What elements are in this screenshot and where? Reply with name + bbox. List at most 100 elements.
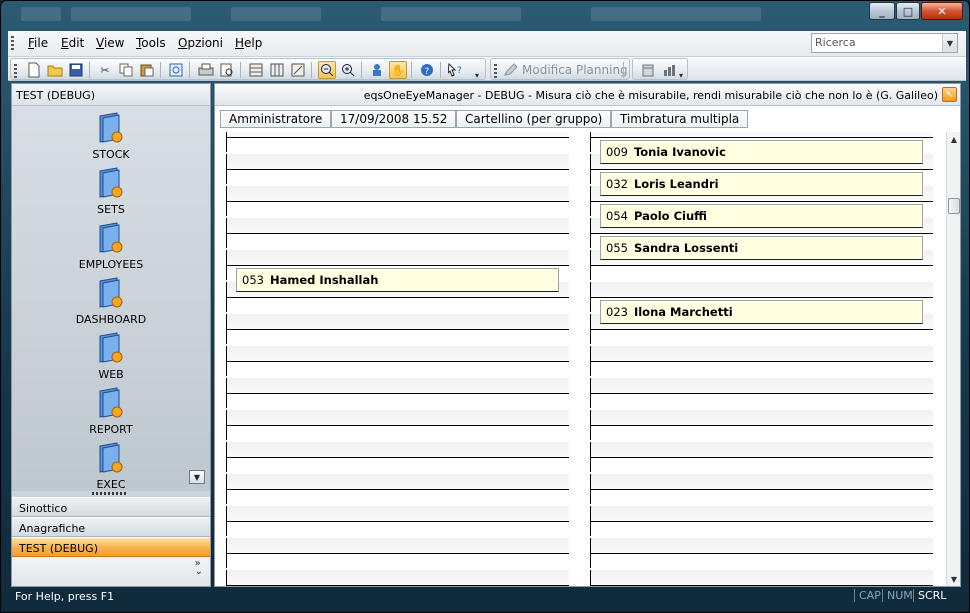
timeline-row[interactable] [226, 218, 569, 250]
scroll-down-icon[interactable]: ▼ [947, 572, 961, 586]
employee-card[interactable]: 023 Ilona Marchetti [600, 300, 923, 324]
employee-card[interactable]: 053 Hamed Inshallah [236, 268, 559, 292]
menu-tools[interactable]: Tools [136, 36, 166, 50]
save-icon[interactable] [67, 61, 85, 79]
timeline-row[interactable] [226, 442, 569, 474]
timeline-bar [590, 346, 933, 362]
chevron-right-icon[interactable]: » ⌄ [195, 559, 203, 577]
employee-card[interactable]: 054 Paolo Ciuffi [600, 204, 923, 228]
shortcut-sets[interactable]: SETS [12, 165, 210, 220]
whats-this-icon[interactable]: ? [447, 61, 465, 79]
shortcut-dashboard[interactable]: DASHBOARD [12, 275, 210, 330]
toolbar-grip[interactable] [14, 64, 17, 78]
minimize-button[interactable]: _ [869, 2, 895, 20]
timeline-row[interactable] [226, 346, 569, 378]
print-preview-icon[interactable] [218, 61, 236, 79]
hand-icon[interactable]: ✋ [389, 61, 407, 79]
employee-card[interactable]: 055 Sandra Lossenti [600, 236, 923, 260]
timeline-row[interactable] [590, 570, 933, 586]
timeline-row[interactable] [226, 154, 569, 186]
modifica-planning-button[interactable]: Modifica Planning [522, 63, 628, 77]
zoom-out-icon[interactable] [318, 61, 336, 79]
timeline-row[interactable] [590, 410, 933, 442]
timeline-row[interactable] [226, 410, 569, 442]
timeline-bar [226, 132, 569, 138]
menu-help[interactable]: Help [235, 36, 262, 50]
timeline-row[interactable] [226, 132, 569, 154]
folder-icon [99, 332, 123, 363]
shortcut-report[interactable]: REPORT [12, 385, 210, 440]
users-icon[interactable] [368, 61, 386, 79]
view-selector[interactable]: Cartellino (per gruppo) [456, 110, 612, 128]
nav-overflow[interactable]: » ⌄ [12, 557, 210, 586]
menu-grip[interactable] [11, 36, 14, 50]
timeline-row[interactable] [590, 378, 933, 410]
shortcut-employees[interactable]: EMPLOYEES [12, 220, 210, 275]
scrollbar-thumb[interactable] [948, 198, 960, 214]
status-indicator-cap: CAP [854, 589, 881, 602]
chevron-down-icon[interactable]: ▼ [942, 34, 957, 52]
timeline-row[interactable] [590, 474, 933, 506]
cut-icon[interactable]: ✂ [96, 61, 114, 79]
menu-view[interactable]: View [96, 36, 124, 50]
search-combobox[interactable]: Ricerca ▼ [811, 33, 958, 53]
timeline-row[interactable] [226, 378, 569, 410]
shortcut-exec[interactable]: EXEC [12, 440, 210, 495]
grid-tools-icon[interactable] [289, 61, 307, 79]
toolbar-separator [89, 62, 90, 78]
timeline-row[interactable] [590, 442, 933, 474]
paste-icon[interactable] [138, 61, 156, 79]
timeline-row[interactable] [590, 346, 933, 378]
title-bar[interactable]: _ □ ✕ [1, 1, 969, 29]
toolbar-overflow-icon[interactable]: ▾ [475, 71, 483, 80]
timeline-row[interactable] [226, 186, 569, 218]
grid-icon[interactable] [247, 61, 265, 79]
timeline-row[interactable] [226, 506, 569, 538]
chart-icon[interactable] [660, 61, 678, 79]
menu-opzioni[interactable]: Opzioni [178, 36, 223, 50]
nav-button[interactable]: TEST (DEBUG) [12, 537, 210, 557]
vertical-scrollbar[interactable]: ▲ ▼ [946, 132, 960, 586]
expand-icon[interactable]: ↖ [942, 87, 957, 102]
mode-selector[interactable]: Timbratura multipla [611, 110, 749, 128]
menu-edit[interactable]: Edit [61, 36, 84, 50]
row-tick [590, 154, 591, 170]
preview-icon[interactable] [167, 61, 185, 79]
toolbar-overflow-icon[interactable]: ▾ [679, 71, 687, 80]
timeline-row[interactable] [590, 506, 933, 538]
zoom-in-icon[interactable] [339, 61, 357, 79]
scroll-down-icon[interactable]: ▼ [189, 470, 205, 484]
nav-button[interactable]: Sinottico [12, 497, 210, 517]
copy-icon[interactable] [117, 61, 135, 79]
main-header: eqsOneEyeManager - DEBUG - Misura ciò ch… [215, 84, 960, 106]
maximize-button[interactable]: □ [896, 2, 920, 20]
splitter-grip [92, 492, 126, 495]
navigation-pane-title: TEST (DEBUG) [12, 84, 210, 106]
row-tick [226, 506, 227, 522]
timeline-row[interactable] [590, 538, 933, 570]
timeline-row[interactable] [226, 314, 569, 346]
toolbar-separator [623, 62, 624, 78]
grid-edit-icon[interactable] [268, 61, 286, 79]
row-tick [226, 282, 227, 298]
timeline-row[interactable] [226, 570, 569, 586]
row-tick [590, 522, 591, 536]
scroll-up-icon[interactable]: ▲ [947, 132, 961, 146]
print-icon[interactable] [197, 61, 215, 79]
shortcut-stock[interactable]: STOCK [12, 110, 210, 165]
timeline-row[interactable] [226, 474, 569, 506]
employee-card[interactable]: 032 Loris Leandri [600, 172, 923, 196]
calendar-icon[interactable] [639, 61, 657, 79]
nav-button[interactable]: Anagrafiche [12, 517, 210, 537]
toolbar-separator [189, 62, 190, 78]
employee-card[interactable]: 009 Tonia Ivanovic [600, 140, 923, 164]
toolbar-grip[interactable] [494, 64, 497, 78]
menu-file[interactable]: File [28, 36, 48, 50]
close-button[interactable]: ✕ [921, 2, 963, 20]
timeline-row[interactable] [226, 538, 569, 570]
shortcut-web[interactable]: WEB [12, 330, 210, 385]
row-tick [226, 138, 227, 152]
new-icon[interactable] [25, 61, 43, 79]
help-icon[interactable]: ? [418, 61, 436, 79]
open-icon[interactable] [46, 61, 64, 79]
